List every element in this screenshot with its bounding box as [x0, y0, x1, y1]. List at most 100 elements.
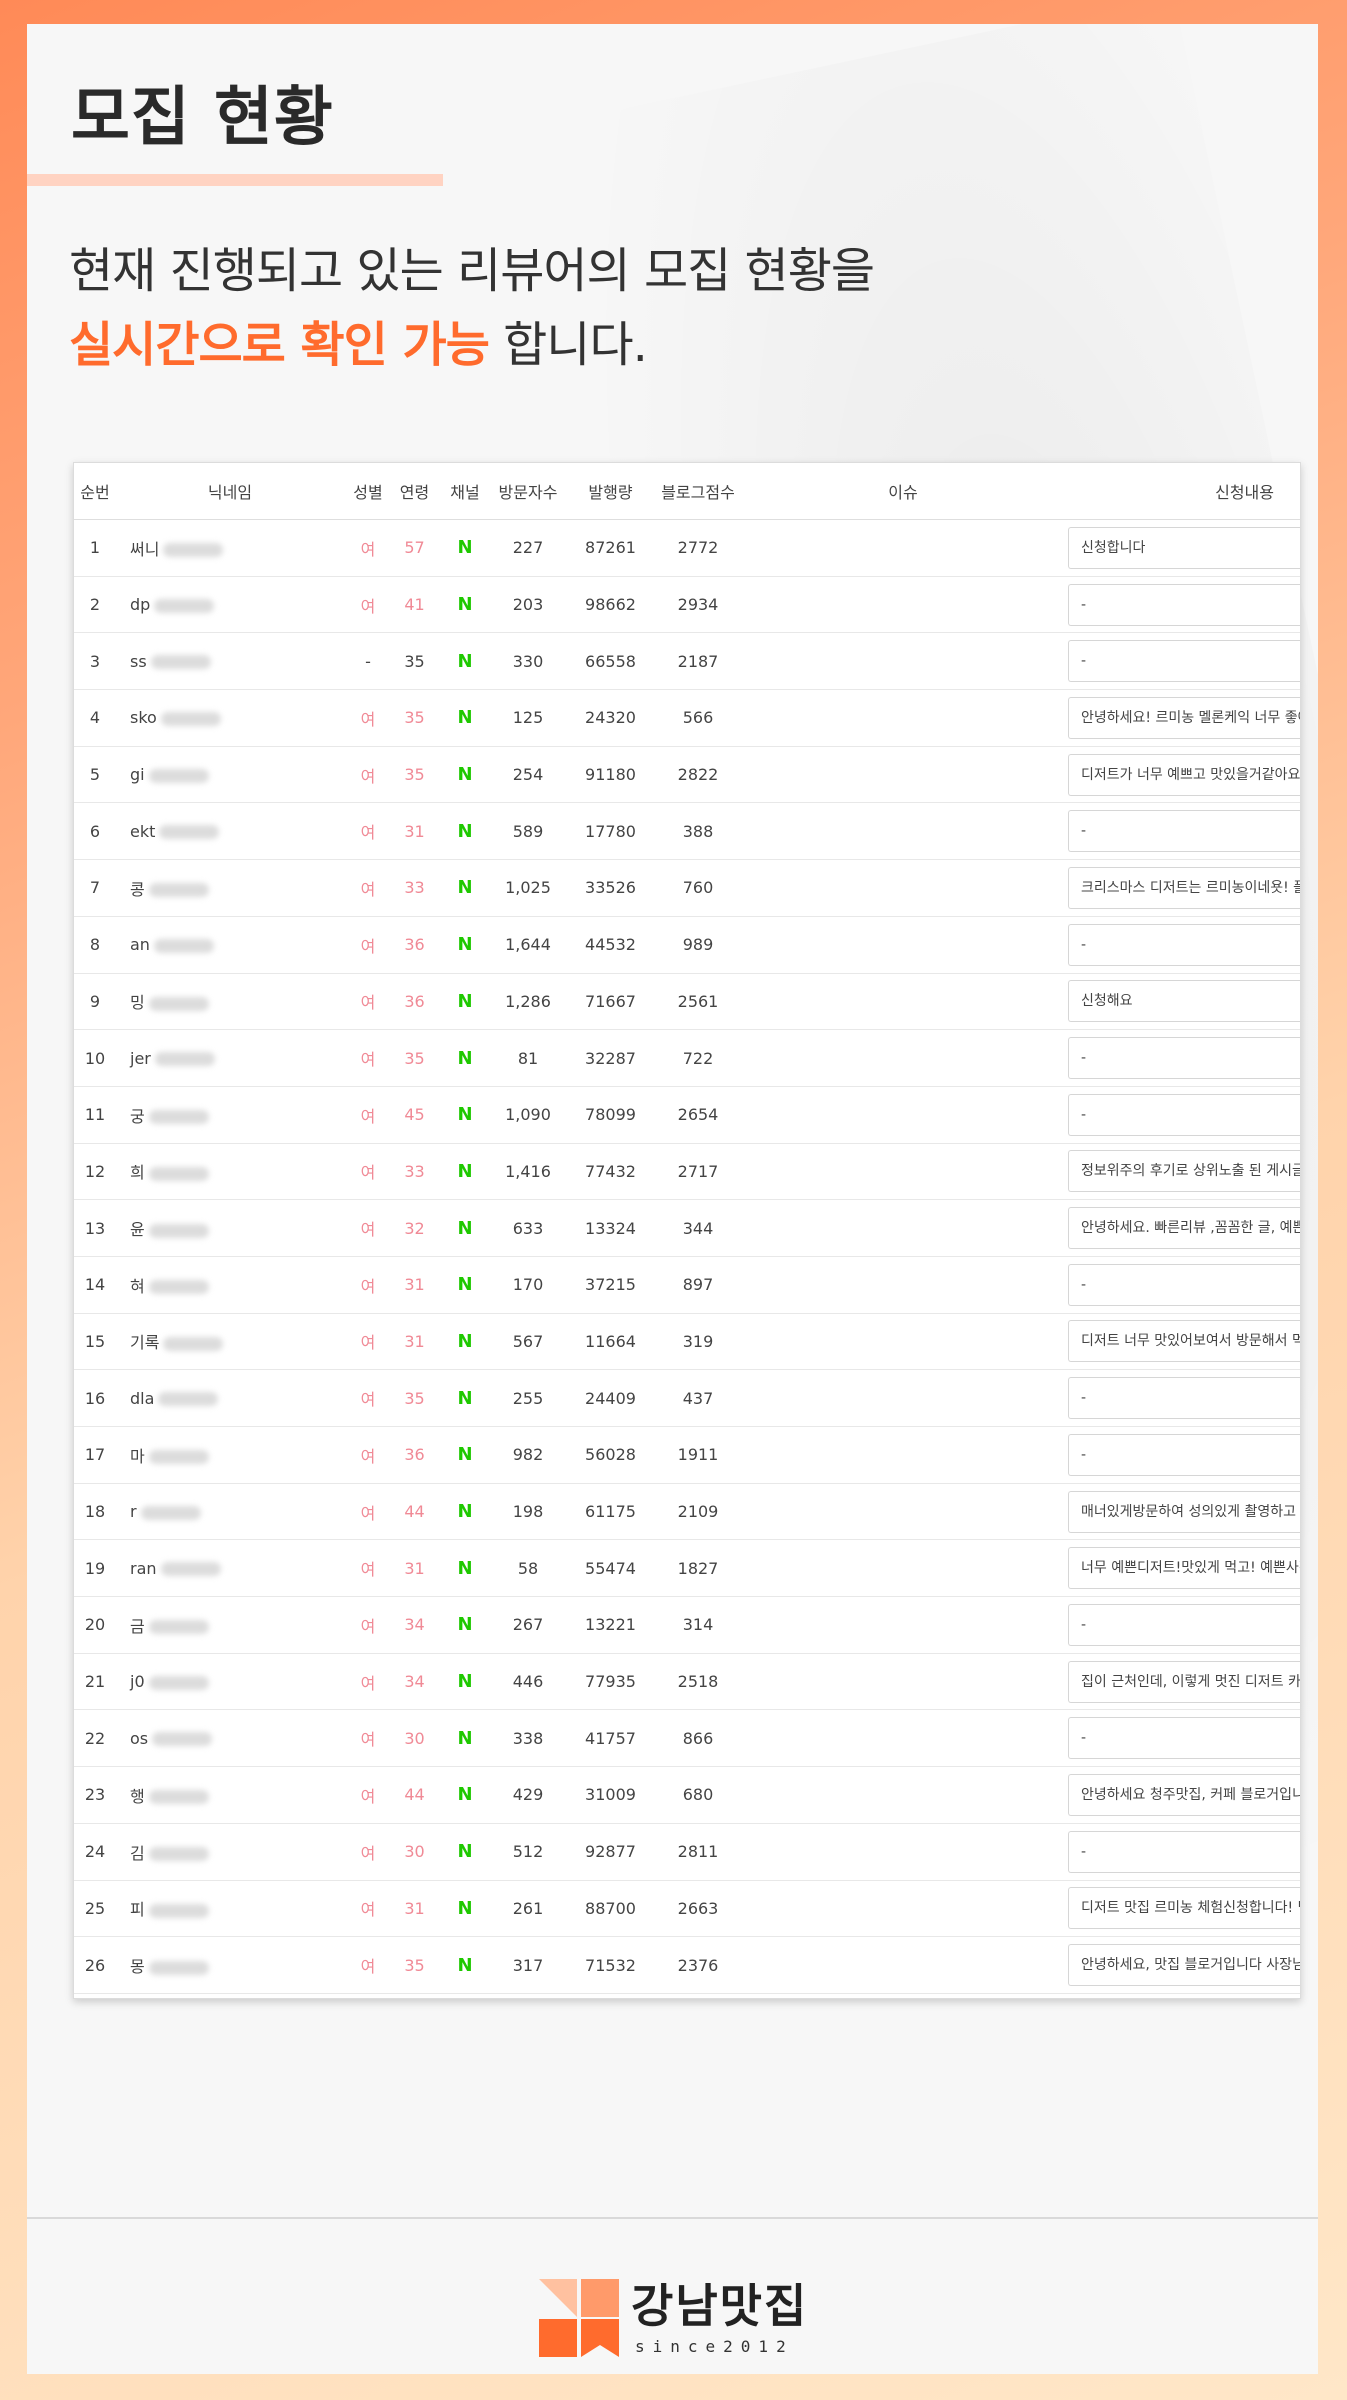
application-text-box[interactable]: 디저트가 너무 예쁘고 맛있을거같아요! 디 — [1068, 753, 1300, 796]
table-row[interactable]: 7 콩 여 33 N 1,025 33526 760 크리스마스 디저트는 르미농이네욧! 플레 — [74, 859, 1300, 917]
naver-blog-icon[interactable]: N — [457, 537, 472, 558]
application-text-box[interactable]: 디저트 맛집 르미농 체험신청합니다! 먹음 — [1068, 1887, 1300, 1930]
application-text-box[interactable]: 너무 예쁜디저트!맛있게 먹고! 예쁜사진! 꼼 — [1068, 1547, 1300, 1590]
application-text-box[interactable]: 정보위주의 후기로 상위노출 된 게시글이 — [1068, 1150, 1300, 1193]
naver-blog-icon[interactable]: N — [457, 651, 472, 672]
table-row[interactable]: 9 밍 여 36 N 1,286 71667 2561 신청해요 — [74, 973, 1300, 1031]
application-text-box[interactable]: - — [1068, 1717, 1300, 1760]
naver-blog-icon[interactable]: N — [457, 1784, 472, 1805]
application-text-box[interactable]: - — [1068, 1377, 1300, 1420]
naver-blog-icon[interactable]: N — [457, 991, 472, 1012]
table-row[interactable]: 19 ran 여 31 N 58 55474 1827 너무 예쁜디저트!맛있게 먹고! 예쁜사… — [74, 1539, 1300, 1598]
application-text-box[interactable]: - — [1068, 1830, 1300, 1873]
col-header-posts[interactable]: 발행량 — [563, 463, 658, 520]
naver-blog-icon[interactable]: N — [457, 1558, 472, 1579]
application-text-box[interactable]: - — [1068, 640, 1300, 683]
brand-logo[interactable]: 강남맛집 since2012 — [539, 2279, 839, 2369]
table-row[interactable]: 1 써니 여 57 N 227 87261 2772 신청합니다 — [74, 519, 1300, 577]
col-header-channel[interactable]: 채널 — [437, 463, 493, 520]
naver-blog-icon[interactable]: N — [457, 1218, 472, 1239]
table-row[interactable]: 12 희 여 33 N 1,416 77432 2717 정보위주의 후기로 상위노출 된 게시… — [74, 1143, 1300, 1201]
application-text-box[interactable]: 안녕하세요, 맛집 블로거입니다 사장님의 — [1068, 1944, 1300, 1987]
naver-blog-icon[interactable]: N — [457, 707, 472, 728]
table-row[interactable]: 16 dla 여 35 N 255 24409 437 - — [74, 1369, 1300, 1427]
application-text-box[interactable]: 매너있게방문하여 성의있게 촬영하고 정성 — [1068, 1490, 1300, 1533]
table-row[interactable]: 11 궁 여 45 N 1,090 78099 2654 - — [74, 1086, 1300, 1144]
naver-blog-icon[interactable]: N — [457, 821, 472, 842]
posts-cell: 31009 — [563, 1766, 658, 1824]
channel-cell: N — [437, 576, 493, 634]
col-header-application[interactable]: 신청내용 — [1068, 463, 1300, 520]
col-header-age[interactable]: 연령 — [392, 463, 437, 520]
naver-blog-icon[interactable]: N — [457, 1104, 472, 1125]
naver-blog-icon[interactable]: N — [457, 877, 472, 898]
table-row[interactable]: 4 sko 여 35 N 125 24320 566 안녕하세요! 르미농 멜론케익 너무 좋아… — [74, 689, 1300, 747]
nickname-cell: 몽 — [116, 1936, 344, 1994]
table-row[interactable]: 20 금 여 34 N 267 13221 314 - — [74, 1596, 1300, 1654]
col-header-issue[interactable]: 이슈 — [738, 463, 1068, 520]
col-header-nickname[interactable]: 닉네임 — [116, 463, 344, 520]
application-text-box[interactable]: - — [1068, 1603, 1300, 1646]
naver-blog-icon[interactable]: N — [457, 1161, 472, 1182]
naver-blog-icon[interactable]: N — [457, 1671, 472, 1692]
table-row[interactable]: 14 혀 여 31 N 170 37215 897 - — [74, 1256, 1300, 1314]
visitors-cell: 255 — [493, 1369, 563, 1427]
application-text-box[interactable]: 안녕하세요. 빠른리뷰 ,꼼꼼한 글, 예쁜사진 — [1068, 1207, 1300, 1250]
table-row[interactable]: 23 행 여 44 N 429 31009 680 안녕하세요 청주맛집, 커페 블로거입니다 — [74, 1766, 1300, 1824]
table-row[interactable]: 8 an 여 36 N 1,644 44532 989 - — [74, 916, 1300, 974]
nickname-cell: an — [116, 916, 344, 974]
nickname-text: 몽 — [130, 1957, 145, 1977]
naver-blog-icon[interactable]: N — [457, 594, 472, 615]
naver-blog-icon[interactable]: N — [457, 1331, 472, 1352]
channel-cell: N — [437, 802, 493, 861]
application-text-box[interactable]: 크리스마스 디저트는 르미농이네욧! 플레 — [1068, 866, 1300, 909]
naver-blog-icon[interactable]: N — [457, 1728, 472, 1749]
application-text-box[interactable]: 디저트 너무 맛있어보여서 방문해서 먹어 — [1068, 1320, 1300, 1363]
col-header-visitors[interactable]: 방문자수 — [493, 463, 563, 520]
table-row[interactable]: 18 r 여44 N 198611752109 매너있게방문하여 성의있게 촬영하고 정성 — [74, 1483, 1300, 1541]
table-row[interactable]: 26 몽 여 35 N 317 71532 2376 안녕하세요, 맛집 블로거입니다 사장님의 — [74, 1936, 1300, 1994]
naver-blog-icon[interactable]: N — [457, 1614, 472, 1635]
table-row[interactable]: 10 jer 여 35 N 81 32287 722 - — [74, 1029, 1300, 1087]
table-row[interactable]: 6 ekt 여 31 N 589 17780 388 - — [74, 802, 1300, 861]
naver-blog-icon[interactable]: N — [457, 1501, 472, 1522]
naver-blog-icon[interactable]: N — [457, 1955, 472, 1976]
application-text-box[interactable]: - — [1068, 1433, 1300, 1476]
application-text-box[interactable]: - — [1068, 1037, 1300, 1080]
application-text-box[interactable]: 안녕하세요 청주맛집, 커페 블로거입니다 — [1068, 1773, 1300, 1816]
naver-blog-icon[interactable]: N — [457, 1898, 472, 1919]
application-text-box[interactable]: 신청합니다 — [1068, 526, 1300, 569]
table-row[interactable]: 15 기록 여 31 N 567 11664 319 디저트 너무 맛있어보여서 방문해서 먹어 — [74, 1313, 1300, 1371]
table-row[interactable]: 22 os 여 30 N 338 41757 866 - — [74, 1709, 1300, 1768]
naver-blog-icon[interactable]: N — [457, 1274, 472, 1295]
gender-cell: 여 — [344, 1936, 392, 1994]
table-row[interactable]: 25 피 여 31 N 261 88700 2663 디저트 맛집 르미농 체험신청합니다! 먹… — [74, 1880, 1300, 1938]
application-text-box[interactable]: - — [1068, 1263, 1300, 1306]
table-row[interactable]: 17 마 여 36 N 982 56028 1911 - — [74, 1426, 1300, 1484]
application-text-box[interactable]: - — [1068, 1093, 1300, 1136]
naver-blog-icon[interactable]: N — [457, 764, 472, 785]
naver-blog-icon[interactable]: N — [457, 934, 472, 955]
naver-blog-icon[interactable]: N — [457, 1841, 472, 1862]
application-text-box[interactable]: - — [1068, 810, 1300, 853]
application-text-box[interactable]: 신청해요 — [1068, 980, 1300, 1023]
table-row[interactable]: 21 j0 여 34 N 446 77935 2518 집이 근처인데, 이렇게 멋진 디저트 … — [74, 1653, 1300, 1711]
table-row[interactable]: 3 ss -35 N 330 66558 2187- — [74, 632, 1300, 691]
naver-blog-icon[interactable]: N — [457, 1048, 472, 1069]
table-row[interactable]: 24 김 여 30 N 512 92877 2811 - — [74, 1823, 1300, 1881]
application-text-box[interactable]: - — [1068, 923, 1300, 966]
col-header-no[interactable]: 순번 — [74, 463, 116, 520]
table-row[interactable]: 2 dp 여 41 N 203 98662 2934 - — [74, 576, 1300, 634]
channel-cell: N — [437, 1256, 493, 1314]
row-number: 26 — [74, 1936, 116, 1994]
col-header-gender[interactable]: 성별 — [344, 463, 392, 520]
application-text-box[interactable]: 안녕하세요! 르미농 멜론케익 너무 좋아하 — [1068, 696, 1300, 739]
application-text-box[interactable]: - — [1068, 583, 1300, 626]
col-header-blog-score[interactable]: 블로그점수 — [658, 463, 738, 520]
application-text-box[interactable]: 집이 근처인데, 이렇게 멋진 디저트 카페가 — [1068, 1660, 1300, 1703]
gender-cell: 여 — [344, 519, 392, 577]
table-row[interactable]: 5 gi 여 35 N 254 91180 2822 디저트가 너무 예쁘고 맛있을거같아요! … — [74, 746, 1300, 804]
naver-blog-icon[interactable]: N — [457, 1444, 472, 1465]
table-row[interactable]: 13 윤 여32 N 63313324344 안녕하세요. 빠른리뷰 ,꼼꼼한 글, 예쁜… — [74, 1199, 1300, 1257]
naver-blog-icon[interactable]: N — [457, 1388, 472, 1409]
